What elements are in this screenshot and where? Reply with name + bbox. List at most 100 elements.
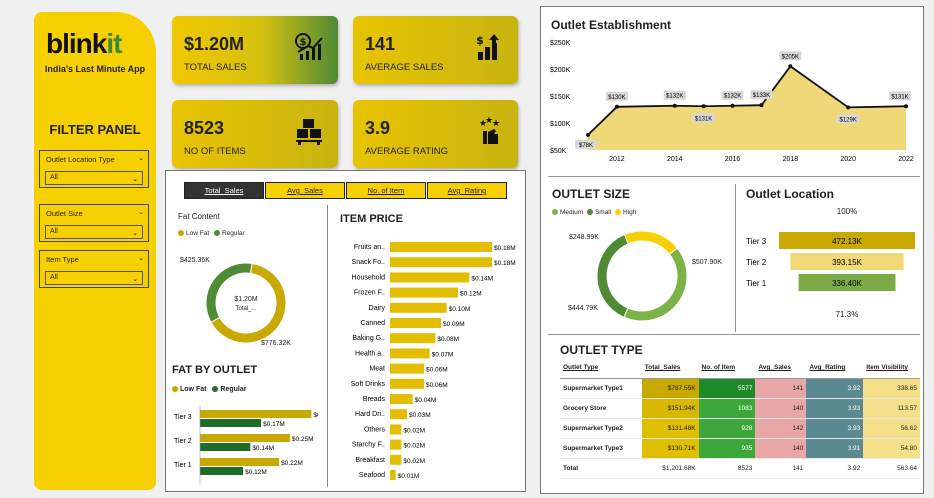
bar bbox=[390, 363, 424, 374]
table-cell: 3.91 bbox=[806, 438, 864, 459]
tab-no-of-item[interactable]: No. of Item bbox=[346, 182, 426, 199]
chevron-down-icon: ⌄ bbox=[132, 276, 138, 283]
table-header-row: Outlet Type Total_Sales No. of Item Avg_… bbox=[560, 358, 920, 379]
column-header[interactable]: Total_Sales bbox=[641, 358, 699, 379]
data-label: $131K bbox=[695, 116, 712, 122]
table-cell: 113.57 bbox=[863, 398, 920, 419]
bar bbox=[390, 302, 447, 313]
slicer-outlet-location-type: Outlet Location Type ⌄ All ⌄ bbox=[39, 150, 149, 188]
data-label: $129K bbox=[840, 117, 857, 123]
bar bbox=[200, 434, 290, 442]
chevron-down-icon: ⌄ bbox=[132, 176, 138, 183]
x-tick-label: 2018 bbox=[783, 156, 799, 163]
divider bbox=[548, 176, 920, 177]
donut-slice bbox=[205, 262, 253, 323]
table-cell: 563.64 bbox=[863, 458, 920, 479]
tab-avg-rating[interactable]: Avg_Rating bbox=[427, 182, 507, 199]
establishment-title: Outlet Establishment bbox=[551, 18, 672, 32]
category-label: Health a.. bbox=[355, 350, 385, 357]
dropdown-item-type[interactable]: All ⌄ bbox=[45, 271, 143, 285]
bar bbox=[390, 272, 470, 283]
column-header[interactable]: No. of Item bbox=[698, 358, 756, 379]
table-cell: 8523 bbox=[698, 458, 756, 479]
fat-content-legend: Low Fat Regular bbox=[178, 230, 245, 237]
bar bbox=[200, 458, 280, 466]
outlet-size-legend: Medium Small High bbox=[552, 209, 636, 216]
dropdown-outlet-size[interactable]: All ⌄ bbox=[45, 225, 143, 239]
tab-total-sales[interactable]: Total_Sales bbox=[184, 182, 264, 199]
table-cell: Total bbox=[560, 458, 642, 479]
column-header[interactable]: Item Visibility bbox=[863, 358, 920, 379]
money-growth-icon: $ bbox=[295, 33, 323, 60]
metric-tabs: Total_Sales Avg_Sales No. of Item Avg_Ra… bbox=[184, 182, 508, 199]
item-price-title: ITEM PRICE bbox=[340, 213, 403, 225]
divider bbox=[735, 184, 736, 332]
table-cell: 54.80 bbox=[863, 438, 920, 459]
y-tick-label: $100K bbox=[550, 121, 571, 128]
funnel-top-percent: 100% bbox=[836, 207, 858, 216]
category-label: Hard Dri.. bbox=[355, 411, 385, 418]
table-cell: 338.65 bbox=[863, 378, 920, 399]
kpi-average-sales: 141 AVERAGE SALES $ bbox=[353, 16, 518, 84]
data-label: $0.03M bbox=[409, 412, 431, 419]
data-label: $0.02M bbox=[403, 458, 425, 465]
chevron-down-icon[interactable]: ⌄ bbox=[138, 154, 144, 162]
column-header[interactable]: Outlet Type bbox=[560, 358, 642, 379]
table-cell: 142 bbox=[755, 418, 807, 439]
bar bbox=[390, 242, 492, 252]
fat-by-outlet-legend: Low Fat Regular bbox=[172, 386, 246, 393]
legend-swatch bbox=[552, 209, 558, 216]
fat-by-outlet-title: FAT BY OUTLET bbox=[172, 364, 258, 376]
data-point bbox=[759, 103, 764, 108]
dropdown-outlet-location-type[interactable]: All ⌄ bbox=[45, 171, 143, 185]
legend-swatch bbox=[178, 230, 184, 237]
chevron-down-icon[interactable]: ⌄ bbox=[138, 254, 144, 262]
data-label: 336.40K bbox=[832, 279, 862, 288]
bar bbox=[390, 454, 402, 465]
table-row: Supermarket Type2 $131.48K 928 142 3.93 … bbox=[560, 418, 920, 439]
bar bbox=[390, 394, 413, 404]
dollar-bars-icon: $ bbox=[476, 34, 499, 60]
chevron-down-icon[interactable]: ⌄ bbox=[138, 208, 144, 216]
data-point bbox=[614, 104, 619, 109]
svg-text:$: $ bbox=[300, 37, 307, 48]
category-label: Breads bbox=[363, 396, 386, 403]
column-header[interactable]: Avg_Rating bbox=[806, 358, 864, 379]
table-cell: $130.71K bbox=[641, 438, 699, 459]
table-cell: $1,201.68K bbox=[641, 458, 699, 479]
data-label: $0.06M bbox=[426, 382, 448, 389]
x-tick-label: 2016 bbox=[725, 156, 741, 163]
data-point bbox=[701, 104, 706, 109]
data-label: $0.12M bbox=[460, 291, 482, 298]
table-cell: 141 bbox=[755, 378, 807, 399]
table-cell: Supermarket Type2 bbox=[560, 418, 642, 439]
outlet-location-funnel: Tier 3 472.13K Tier 2 393.15K Tier 1 336.40K bbox=[746, 232, 915, 291]
data-point bbox=[730, 103, 735, 108]
data-label: 472.13K bbox=[832, 237, 862, 246]
bar bbox=[390, 378, 424, 389]
bar bbox=[200, 410, 312, 418]
table-cell: 1083 bbox=[698, 398, 756, 419]
data-label: $0.04M bbox=[415, 397, 437, 404]
small-value-label: $444.79K bbox=[568, 305, 598, 312]
data-label: $132K bbox=[724, 94, 741, 100]
data-label: $0.12M bbox=[245, 469, 267, 476]
y-tick-label: $150K bbox=[550, 94, 571, 101]
tab-avg-sales[interactable]: Avg_Sales bbox=[265, 182, 345, 199]
outlet-type-title: OUTLET TYPE bbox=[560, 343, 643, 357]
data-point bbox=[672, 103, 677, 108]
brand-tagline: India's Last Minute App bbox=[44, 64, 146, 74]
category-label: Fruits an.. bbox=[354, 244, 385, 251]
column-header[interactable]: Avg_Sales bbox=[755, 358, 807, 379]
bar bbox=[200, 443, 251, 451]
data-label: $0.25M bbox=[292, 436, 314, 443]
fat-content-donut bbox=[205, 262, 287, 344]
y-tick-label: $50K bbox=[550, 148, 567, 155]
legend-swatch bbox=[615, 209, 622, 216]
item-price-chart: Fruits an.. $0.18M Snack Fo.. $0.18M Househo… bbox=[351, 242, 516, 480]
donut-slice bbox=[596, 233, 629, 318]
bar bbox=[200, 419, 262, 427]
data-label: $0.22M bbox=[281, 460, 303, 467]
svg-text:★: ★ bbox=[492, 119, 500, 129]
category-label: Seafood bbox=[359, 472, 385, 479]
